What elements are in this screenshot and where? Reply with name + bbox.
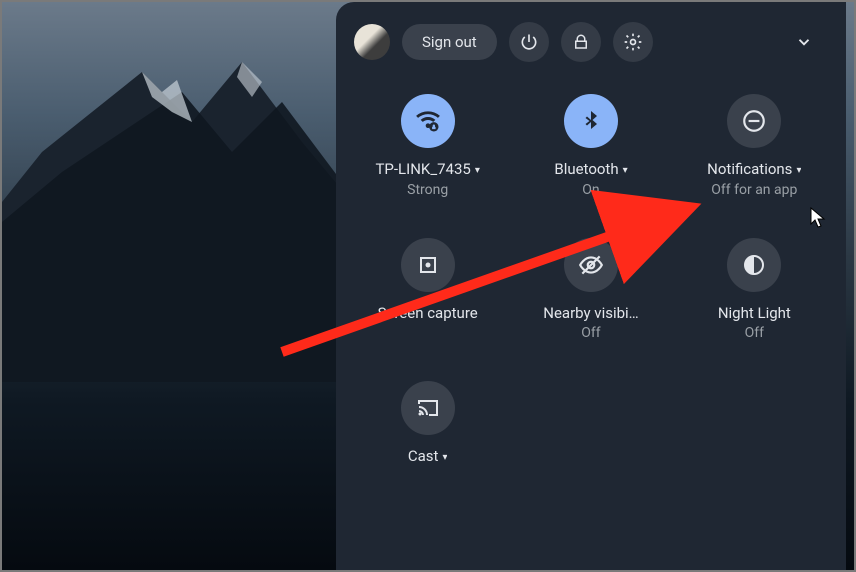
screen-capture-tile[interactable]: Screen capture xyxy=(346,238,509,342)
night-light-tile[interactable]: Night Light Off xyxy=(673,238,836,342)
night-light-label: Night Light xyxy=(718,304,791,324)
night-light-icon xyxy=(742,253,766,277)
cast-toggle[interactable] xyxy=(401,381,455,435)
notifications-tile[interactable]: Notifications▾ Off for an app xyxy=(673,94,836,198)
bluetooth-toggle[interactable] xyxy=(564,94,618,148)
notifications-sub: Off for an app xyxy=(711,182,797,198)
wifi-icon xyxy=(414,107,442,135)
cast-tile[interactable]: Cast▾ xyxy=(346,381,509,469)
chevron-down-icon xyxy=(795,33,813,51)
avatar[interactable] xyxy=(354,24,390,60)
nearby-toggle[interactable] xyxy=(564,238,618,292)
wifi-tile[interactable]: TP-LINK_7435▾ Strong xyxy=(346,94,509,198)
cast-label: Cast▾ xyxy=(408,447,448,467)
cast-icon xyxy=(416,396,440,420)
gear-icon xyxy=(623,32,643,52)
panel-header: Sign out xyxy=(336,2,846,70)
sign-out-button[interactable]: Sign out xyxy=(402,24,497,60)
notifications-toggle[interactable] xyxy=(727,94,781,148)
collapse-button[interactable] xyxy=(786,24,822,60)
visibility-off-icon xyxy=(578,252,604,278)
lock-icon xyxy=(572,33,590,51)
desktop: Sign out TP-LINK_7435▾ Strong xyxy=(0,0,856,572)
wifi-toggle[interactable] xyxy=(401,94,455,148)
power-button[interactable] xyxy=(509,22,549,62)
wifi-label: TP-LINK_7435▾ xyxy=(375,160,479,180)
wifi-sub: Strong xyxy=(407,182,448,198)
tiles-grid: TP-LINK_7435▾ Strong Bluetooth▾ On Notif… xyxy=(336,70,846,469)
nearby-sub: Off xyxy=(581,325,600,341)
screen-capture-toggle[interactable] xyxy=(401,238,455,292)
notifications-label: Notifications▾ xyxy=(707,160,801,180)
bluetooth-sub: On xyxy=(582,182,599,198)
quick-settings-panel: Sign out TP-LINK_7435▾ Strong xyxy=(336,2,846,570)
lock-button[interactable] xyxy=(561,22,601,62)
bluetooth-label: Bluetooth▾ xyxy=(554,160,627,180)
sign-out-label: Sign out xyxy=(422,33,477,51)
do-not-disturb-icon xyxy=(741,108,767,134)
nearby-label: Nearby visibi… xyxy=(543,304,638,324)
night-light-sub: Off xyxy=(745,325,764,341)
screen-capture-label: Screen capture xyxy=(378,304,478,324)
screen-capture-icon xyxy=(416,253,440,277)
nearby-tile[interactable]: Nearby visibi… Off xyxy=(509,238,672,342)
power-icon xyxy=(519,32,539,52)
bluetooth-tile[interactable]: Bluetooth▾ On xyxy=(509,94,672,198)
night-light-toggle[interactable] xyxy=(727,238,781,292)
settings-button[interactable] xyxy=(613,22,653,62)
bluetooth-icon xyxy=(579,109,603,133)
